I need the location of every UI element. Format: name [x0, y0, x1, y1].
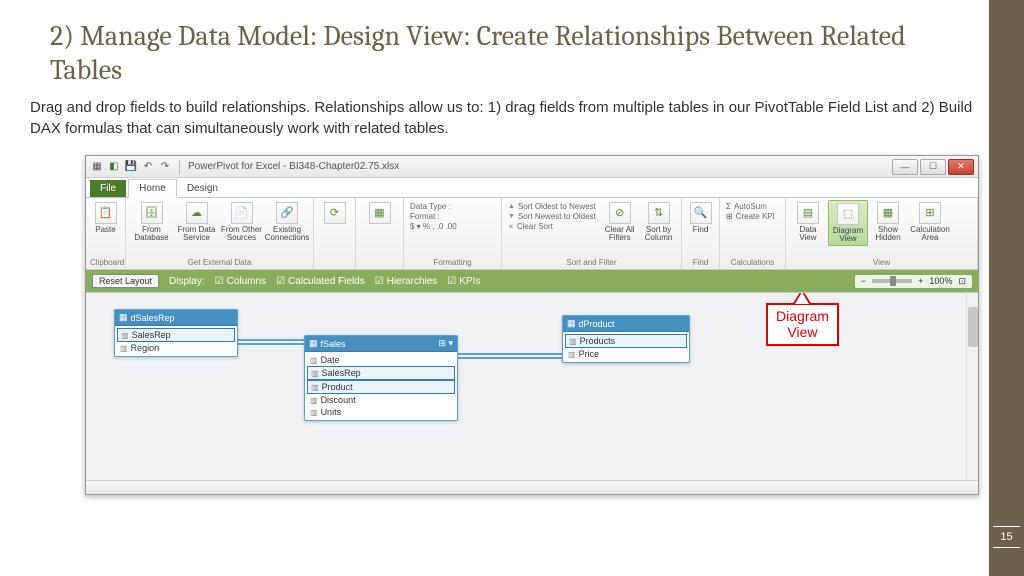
show-hidden-button[interactable]: ▦Show Hidden: [870, 200, 906, 244]
close-button[interactable]: ✕: [948, 159, 974, 175]
field-discount[interactable]: Discount: [307, 394, 455, 406]
relationship-line[interactable]: [456, 357, 564, 359]
pivot-icon: ▦: [369, 202, 391, 224]
ribbon-tabbar: File Home Design: [86, 178, 978, 198]
diagram-view-button[interactable]: ⬚Diagram View: [828, 200, 868, 246]
diagram-canvas[interactable]: dSalesRep SalesRep Region fSales⊞ ▾ Date…: [86, 292, 978, 480]
fit-icon[interactable]: ⊡: [958, 276, 966, 287]
table-header[interactable]: fSales⊞ ▾: [305, 336, 457, 352]
table-header[interactable]: dProduct: [563, 316, 689, 332]
window-title: PowerPivot for Excel - BI348-Chapter02.7…: [188, 161, 399, 172]
diagram-view-icon: ⬚: [837, 203, 859, 225]
columns-checkbox[interactable]: Columns: [215, 276, 266, 287]
clear-filters-button[interactable]: ⊘Clear All Filters: [601, 200, 638, 244]
display-options-bar: Reset Layout Display: Columns Calculated…: [86, 270, 978, 292]
data-view-icon: ▤: [797, 202, 819, 224]
table-fsales[interactable]: fSales⊞ ▾ Date SalesRep Product Discount…: [304, 335, 458, 421]
zoom-out-icon[interactable]: −: [861, 276, 866, 286]
field-products[interactable]: Products: [565, 334, 687, 348]
view-group-label: View: [790, 257, 973, 268]
diagram-view-callout: DiagramView: [766, 303, 839, 346]
file-tab[interactable]: File: [90, 180, 126, 197]
table-dsalesrep[interactable]: dSalesRep SalesRep Region: [114, 309, 238, 357]
sort-column-icon: ⇅: [648, 202, 670, 224]
connections-icon: 🔗: [276, 202, 298, 224]
find-button[interactable]: 🔍Find: [686, 200, 715, 236]
service-icon: ☁: [186, 202, 208, 224]
pivottable-button[interactable]: ▦: [360, 200, 399, 228]
field-date[interactable]: Date: [307, 354, 455, 366]
calculated-fields-checkbox[interactable]: Calculated Fields: [276, 276, 365, 287]
clear-filter-icon: ⊘: [609, 202, 631, 224]
calc-group-label: Calculations: [724, 257, 781, 268]
table-dproduct[interactable]: dProduct Products Price: [562, 315, 690, 363]
formatting-group-label: Formatting: [408, 257, 497, 268]
clipboard-group-label: Clipboard: [90, 257, 121, 268]
hierarchies-checkbox[interactable]: Hierarchies: [375, 276, 438, 287]
design-tab[interactable]: Design: [177, 180, 228, 197]
data-view-button[interactable]: ▤Data View: [790, 200, 826, 244]
sort-controls[interactable]: ▲Sort Oldest to Newest ▼Sort Newest to O…: [506, 200, 599, 233]
table-header[interactable]: dSalesRep: [115, 310, 237, 326]
slide-body-text: Drag and drop fields to build relationsh…: [0, 97, 1024, 149]
ribbon: 📋Paste Clipboard 🗄From Database ☁From Da…: [86, 198, 978, 270]
zoom-in-icon[interactable]: +: [918, 276, 923, 286]
home-tab[interactable]: Home: [128, 179, 177, 198]
formatting-controls[interactable]: Data Type : Format : $ ▾ % , .0 .00: [408, 200, 497, 233]
calculation-area-button[interactable]: ⊞Calculation Area: [908, 200, 952, 244]
relationship-line[interactable]: [456, 353, 564, 355]
from-data-service-button[interactable]: ☁From Data Service: [175, 200, 218, 244]
reset-layout-button[interactable]: Reset Layout: [92, 274, 159, 288]
refresh-button[interactable]: ⟳: [318, 200, 351, 228]
sort-filter-group-label: Sort and Filter: [506, 257, 677, 268]
paste-button[interactable]: 📋Paste: [90, 200, 121, 236]
minimize-button[interactable]: —: [892, 159, 918, 175]
find-group-label: Find: [686, 257, 715, 268]
powerpivot-window: ▦ ◧ 💾 ↶ ↷ PowerPivot for Excel - BI348-C…: [85, 155, 979, 495]
from-other-sources-button[interactable]: 📄From Other Sources: [220, 200, 263, 244]
excel-icon: ▦: [90, 160, 104, 174]
find-icon: 🔍: [690, 202, 712, 224]
slide-title: 2) Manage Data Model: Design View: Creat…: [0, 0, 1024, 97]
sort-by-column-button[interactable]: ⇅Sort by Column: [640, 200, 677, 244]
field-region[interactable]: Region: [117, 342, 235, 354]
field-product[interactable]: Product: [307, 380, 455, 394]
database-icon: 🗄: [141, 202, 163, 224]
field-salesrep[interactable]: SalesRep: [117, 328, 235, 342]
relationship-line[interactable]: [234, 343, 306, 345]
calc-controls[interactable]: Σ AutoSum ⊞ Create KPI: [724, 200, 781, 223]
slide-accent-strip: [989, 0, 1024, 576]
field-price[interactable]: Price: [565, 348, 687, 360]
kpis-checkbox[interactable]: KPIs: [447, 276, 480, 287]
page-number-badge: 15: [993, 526, 1020, 548]
status-bar: [86, 480, 978, 494]
paste-icon: 📋: [95, 202, 117, 224]
refresh-icon: ⟳: [324, 202, 346, 224]
existing-connections-button[interactable]: 🔗Existing Connections: [265, 200, 309, 244]
sources-icon: 📄: [231, 202, 253, 224]
vertical-scrollbar[interactable]: [966, 293, 978, 480]
show-hidden-icon: ▦: [877, 202, 899, 224]
field-units[interactable]: Units: [307, 406, 455, 418]
undo-icon[interactable]: ↶: [141, 160, 155, 174]
save-icon[interactable]: 💾: [124, 160, 138, 174]
powerpivot-icon: ◧: [107, 160, 121, 174]
from-database-button[interactable]: 🗄From Database: [130, 200, 173, 244]
calc-area-icon: ⊞: [919, 202, 941, 224]
display-label: Display:: [169, 276, 205, 287]
zoom-slider-thumb[interactable]: [890, 276, 896, 286]
relationship-line[interactable]: [234, 339, 306, 341]
external-data-group-label: Get External Data: [130, 257, 309, 268]
field-salesrep[interactable]: SalesRep: [307, 366, 455, 380]
maximize-button[interactable]: ☐: [920, 159, 946, 175]
zoom-level: 100%: [929, 276, 952, 286]
redo-icon[interactable]: ↷: [158, 160, 172, 174]
titlebar: ▦ ◧ 💾 ↶ ↷ PowerPivot for Excel - BI348-C…: [86, 156, 978, 178]
